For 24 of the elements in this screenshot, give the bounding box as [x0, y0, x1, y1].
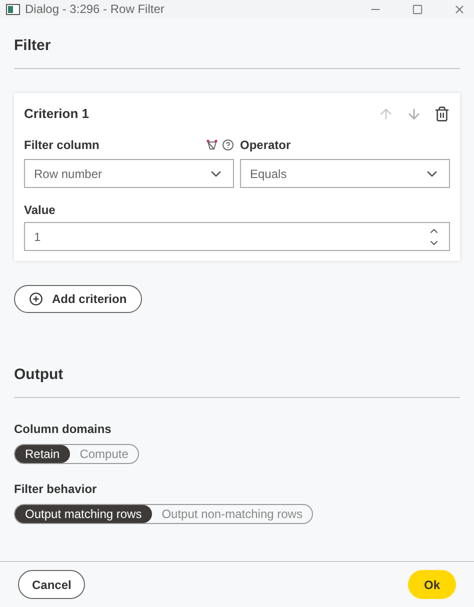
delete-icon[interactable] — [434, 106, 450, 122]
operator-dropdown[interactable]: Equals — [240, 159, 450, 188]
field-label: Value — [24, 202, 56, 219]
section-heading: Output — [14, 366, 64, 383]
app-icon — [6, 4, 20, 14]
field-label: Operator — [240, 137, 291, 154]
flow-variable-icon[interactable] — [206, 139, 218, 151]
ok-button[interactable]: Ok — [408, 570, 456, 599]
column-dropdown[interactable]: Row number — [24, 159, 234, 188]
window-title: Dialog - 3:296 - Row Filter — [25, 1, 164, 18]
toggle-option[interactable]: Output matching rows — [15, 505, 152, 523]
group-label: Column domains — [14, 421, 112, 438]
value-spinner[interactable]: 1 — [24, 222, 450, 251]
maximize-icon[interactable] — [412, 4, 423, 14]
close-icon[interactable] — [453, 2, 466, 16]
field-label: Filter column — [24, 137, 100, 154]
toggle-option[interactable]: Retain — [15, 445, 70, 463]
add-criterion-button[interactable]: Add criterion — [14, 285, 142, 313]
plus-circle-icon — [29, 292, 43, 306]
criterion-title: Criterion 1 — [24, 105, 90, 124]
section-heading: Filter — [14, 37, 51, 54]
cancel-button[interactable]: Cancel — [18, 570, 86, 599]
group-label: Filter behavior — [14, 481, 98, 498]
help-icon[interactable] — [222, 139, 234, 151]
